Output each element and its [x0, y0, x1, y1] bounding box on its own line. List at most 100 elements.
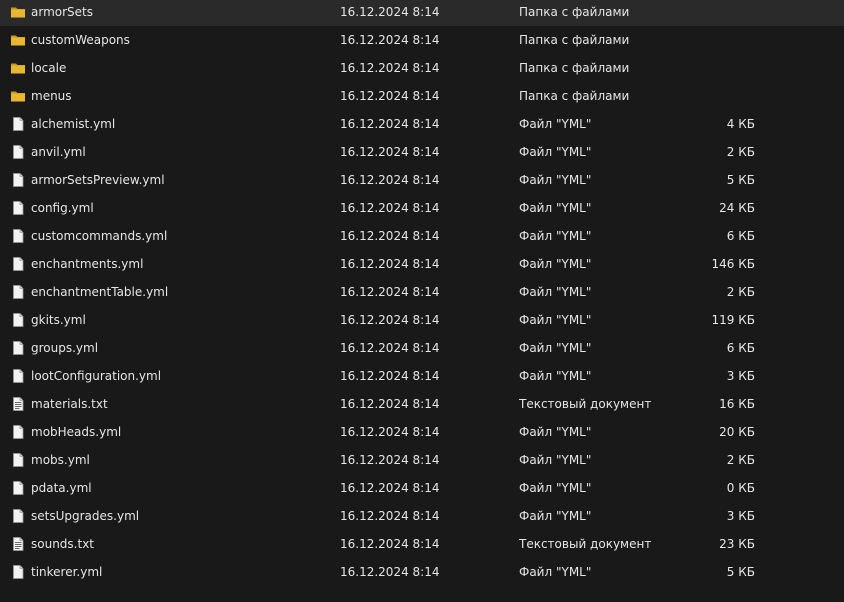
file-date-modified: 16.12.2024 8:14	[340, 285, 440, 299]
file-date-modified: 16.12.2024 8:14	[340, 313, 440, 327]
file-type: Файл "YML"	[519, 509, 592, 523]
file-size: 4 КБ	[726, 117, 755, 131]
file-icon	[10, 334, 26, 362]
file-date-modified: 16.12.2024 8:14	[340, 145, 440, 159]
file-size	[680, 82, 755, 110]
file-type: Файл "YML"	[519, 285, 592, 299]
file-row[interactable]: config.yml 16.12.2024 8:14 Файл "YML" 24 КБ	[0, 194, 844, 222]
file-size: 0 КБ	[726, 481, 755, 495]
file-icon	[10, 558, 26, 586]
file-row[interactable]: groups.yml 16.12.2024 8:14 Файл "YML" 6 КБ	[0, 334, 844, 362]
file-type: Файл "YML"	[519, 257, 592, 271]
file-name: menus	[31, 89, 72, 103]
file-row[interactable]: alchemist.yml 16.12.2024 8:14 Файл "YML" 4 …	[0, 110, 844, 138]
file-name: pdata.yml	[31, 481, 92, 495]
file-row[interactable]: locale 16.12.2024 8:14 Папка с файлами	[0, 54, 844, 82]
file-row[interactable]: enchantmentTable.yml 16.12.2024 8:14 Файл …	[0, 278, 844, 306]
file-date-modified: 16.12.2024 8:14	[340, 397, 440, 411]
file-size: 6 КБ	[726, 341, 755, 355]
file-date-modified: 16.12.2024 8:14	[340, 509, 440, 523]
file-icon	[10, 502, 26, 530]
file-size: 119 КБ	[711, 313, 755, 327]
file-row[interactable]: anvil.yml 16.12.2024 8:14 Файл "YML" 2 КБ	[0, 138, 844, 166]
file-icon	[10, 474, 26, 502]
file-date-modified: 16.12.2024 8:14	[340, 173, 440, 187]
file-size: 6 КБ	[726, 229, 755, 243]
file-size	[680, 26, 755, 54]
file-type: Файл "YML"	[519, 425, 592, 439]
file-size: 24 КБ	[719, 201, 755, 215]
file-type: Файл "YML"	[519, 481, 592, 495]
file-icon	[10, 278, 26, 306]
file-date-modified: 16.12.2024 8:14	[340, 369, 440, 383]
file-size: 2 КБ	[726, 285, 755, 299]
file-icon	[10, 250, 26, 278]
file-size: 3 КБ	[726, 509, 755, 523]
file-type: Файл "YML"	[519, 173, 592, 187]
file-row[interactable]: sounds.txt 16.12.2024 8:14 Текстовый докум…	[0, 530, 844, 558]
file-date-modified: 16.12.2024 8:14	[340, 565, 440, 579]
file-name: lootConfiguration.yml	[31, 369, 162, 383]
file-size: 2 КБ	[726, 145, 755, 159]
file-name: groups.yml	[31, 341, 99, 355]
file-row[interactable]: gkits.yml 16.12.2024 8:14 Файл "YML" 119 КБ	[0, 306, 844, 334]
file-row[interactable]: customcommands.yml 16.12.2024 8:14 Файл "Y…	[0, 222, 844, 250]
file-list: armorSets 16.12.2024 8:14 Папка с файлами c…	[0, 0, 844, 602]
file-size: 146 КБ	[711, 257, 755, 271]
file-date-modified: 16.12.2024 8:14	[340, 257, 440, 271]
file-icon	[10, 194, 26, 222]
file-icon	[10, 306, 26, 334]
file-name: config.yml	[31, 201, 94, 215]
file-row[interactable]: mobHeads.yml 16.12.2024 8:14 Файл "YML" 20 …	[0, 418, 844, 446]
file-name: armorSets	[31, 5, 93, 19]
file-type: Папка с файлами	[519, 61, 630, 75]
file-size: 16 КБ	[719, 397, 755, 411]
file-icon	[10, 222, 26, 250]
file-size	[680, 0, 755, 26]
file-date-modified: 16.12.2024 8:14	[340, 89, 440, 103]
file-name: customWeapons	[31, 33, 130, 47]
file-row[interactable]: lootConfiguration.yml 16.12.2024 8:14 Файл…	[0, 362, 844, 390]
file-name: alchemist.yml	[31, 117, 116, 131]
file-row[interactable]: menus 16.12.2024 8:14 Папка с файлами	[0, 82, 844, 110]
file-row[interactable]: customWeapons 16.12.2024 8:14 Папка с файл…	[0, 26, 844, 54]
file-date-modified: 16.12.2024 8:14	[340, 481, 440, 495]
file-date-modified: 16.12.2024 8:14	[340, 229, 440, 243]
file-row[interactable]: mobs.yml 16.12.2024 8:14 Файл "YML" 2 КБ	[0, 446, 844, 474]
file-name: mobs.yml	[31, 453, 90, 467]
folder-icon	[10, 0, 26, 26]
file-type: Файл "YML"	[519, 341, 592, 355]
file-size: 2 КБ	[726, 453, 755, 467]
file-type: Файл "YML"	[519, 145, 592, 159]
file-type: Файл "YML"	[519, 201, 592, 215]
file-row[interactable]: pdata.yml 16.12.2024 8:14 Файл "YML" 0 КБ	[0, 474, 844, 502]
file-date-modified: 16.12.2024 8:14	[340, 341, 440, 355]
file-row[interactable]: tinkerer.yml 16.12.2024 8:14 Файл "YML" 5 К…	[0, 558, 844, 586]
file-size: 5 КБ	[726, 173, 755, 187]
file-name: sounds.txt	[31, 537, 94, 551]
file-date-modified: 16.12.2024 8:14	[340, 201, 440, 215]
file-size	[680, 54, 755, 82]
file-name: anvil.yml	[31, 145, 86, 159]
file-date-modified: 16.12.2024 8:14	[340, 61, 440, 75]
file-row[interactable]: setsUpgrades.yml 16.12.2024 8:14 Файл "YML…	[0, 502, 844, 530]
file-date-modified: 16.12.2024 8:14	[340, 33, 440, 47]
file-name: armorSetsPreview.yml	[31, 173, 165, 187]
file-type: Текстовый документ	[519, 397, 652, 411]
file-row[interactable]: armorSets 16.12.2024 8:14 Папка с файлами	[0, 0, 844, 26]
file-type: Файл "YML"	[519, 453, 592, 467]
file-type: Файл "YML"	[519, 117, 592, 131]
file-icon	[10, 110, 26, 138]
folder-icon	[10, 26, 26, 54]
text-file-icon	[10, 390, 26, 418]
file-row[interactable]: materials.txt 16.12.2024 8:14 Текстовый до…	[0, 390, 844, 418]
folder-icon	[10, 54, 26, 82]
file-name: tinkerer.yml	[31, 565, 103, 579]
file-size: 5 КБ	[726, 565, 755, 579]
file-icon	[10, 418, 26, 446]
file-row[interactable]: armorSetsPreview.yml 16.12.2024 8:14 Файл …	[0, 166, 844, 194]
file-type: Папка с файлами	[519, 5, 630, 19]
text-file-icon	[10, 530, 26, 558]
file-name: enchantments.yml	[31, 257, 144, 271]
file-row[interactable]: enchantments.yml 16.12.2024 8:14 Файл "YML…	[0, 250, 844, 278]
